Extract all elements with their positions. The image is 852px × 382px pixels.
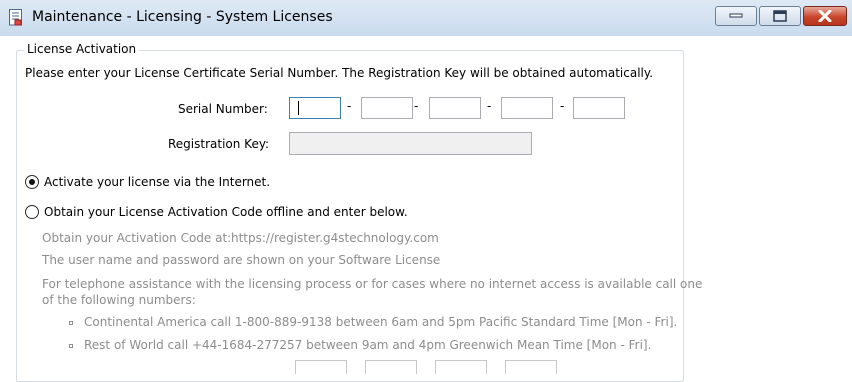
bullet-icon [69,344,73,348]
minimize-button[interactable] [715,6,757,26]
activation-code-label: Obtain your Activation Code at: [42,231,232,245]
bullet-icon [69,321,73,325]
registration-key-field [289,132,532,155]
serial-separator: - [414,99,419,113]
minimize-icon [729,13,743,18]
maximize-icon [773,10,787,22]
activation-url: https://register.g4stechnology.com [231,231,439,245]
serial-separator: - [347,99,352,113]
document-icon [9,9,22,26]
internet-activation-radio[interactable] [25,175,39,189]
window-title: Maintenance - Licensing - System License… [32,9,333,25]
serial-separator: - [560,99,565,113]
instructions-text: Please enter your License Certificate Se… [25,66,654,80]
radio-selected-dot [29,179,35,185]
phone-item-americas: Continental America call 1-800-889-9138 … [84,315,678,329]
telephone-note: For telephone assistance with the licens… [42,277,703,291]
credentials-note: The user name and password are shown on … [42,253,441,267]
internet-activation-label[interactable]: Activate your license via the Internet. [44,175,270,189]
dialog-body: License Activation Please enter your Lic… [0,36,852,382]
title-bar[interactable]: Maintenance - Licensing - System License… [0,0,852,37]
serial-field-4[interactable] [501,97,553,119]
activation-code-field-2 [365,360,417,374]
close-button[interactable] [803,6,847,26]
serial-field-2[interactable] [361,97,413,119]
serial-field-1[interactable] [289,97,341,119]
serial-separator: - [487,99,492,113]
text-caret [298,101,299,115]
offline-activation-label[interactable]: Obtain your License Activation Code offl… [44,205,408,219]
activation-code-field-4 [505,360,557,374]
serial-number-label: Serial Number: [178,102,268,116]
group-title: License Activation [24,42,140,56]
telephone-note-continued: of the following numbers: [42,293,196,307]
maximize-button[interactable] [759,6,801,26]
offline-activation-radio[interactable] [25,205,39,219]
activation-code-field-1 [295,360,347,374]
activation-code-field-3 [435,360,487,374]
registration-key-label: Registration Key: [168,137,270,151]
serial-field-3[interactable] [429,97,481,119]
serial-field-5[interactable] [573,97,625,119]
close-icon [818,10,832,22]
phone-item-rest-of-world: Rest of World call +44-1684-277257 betwe… [84,338,652,352]
